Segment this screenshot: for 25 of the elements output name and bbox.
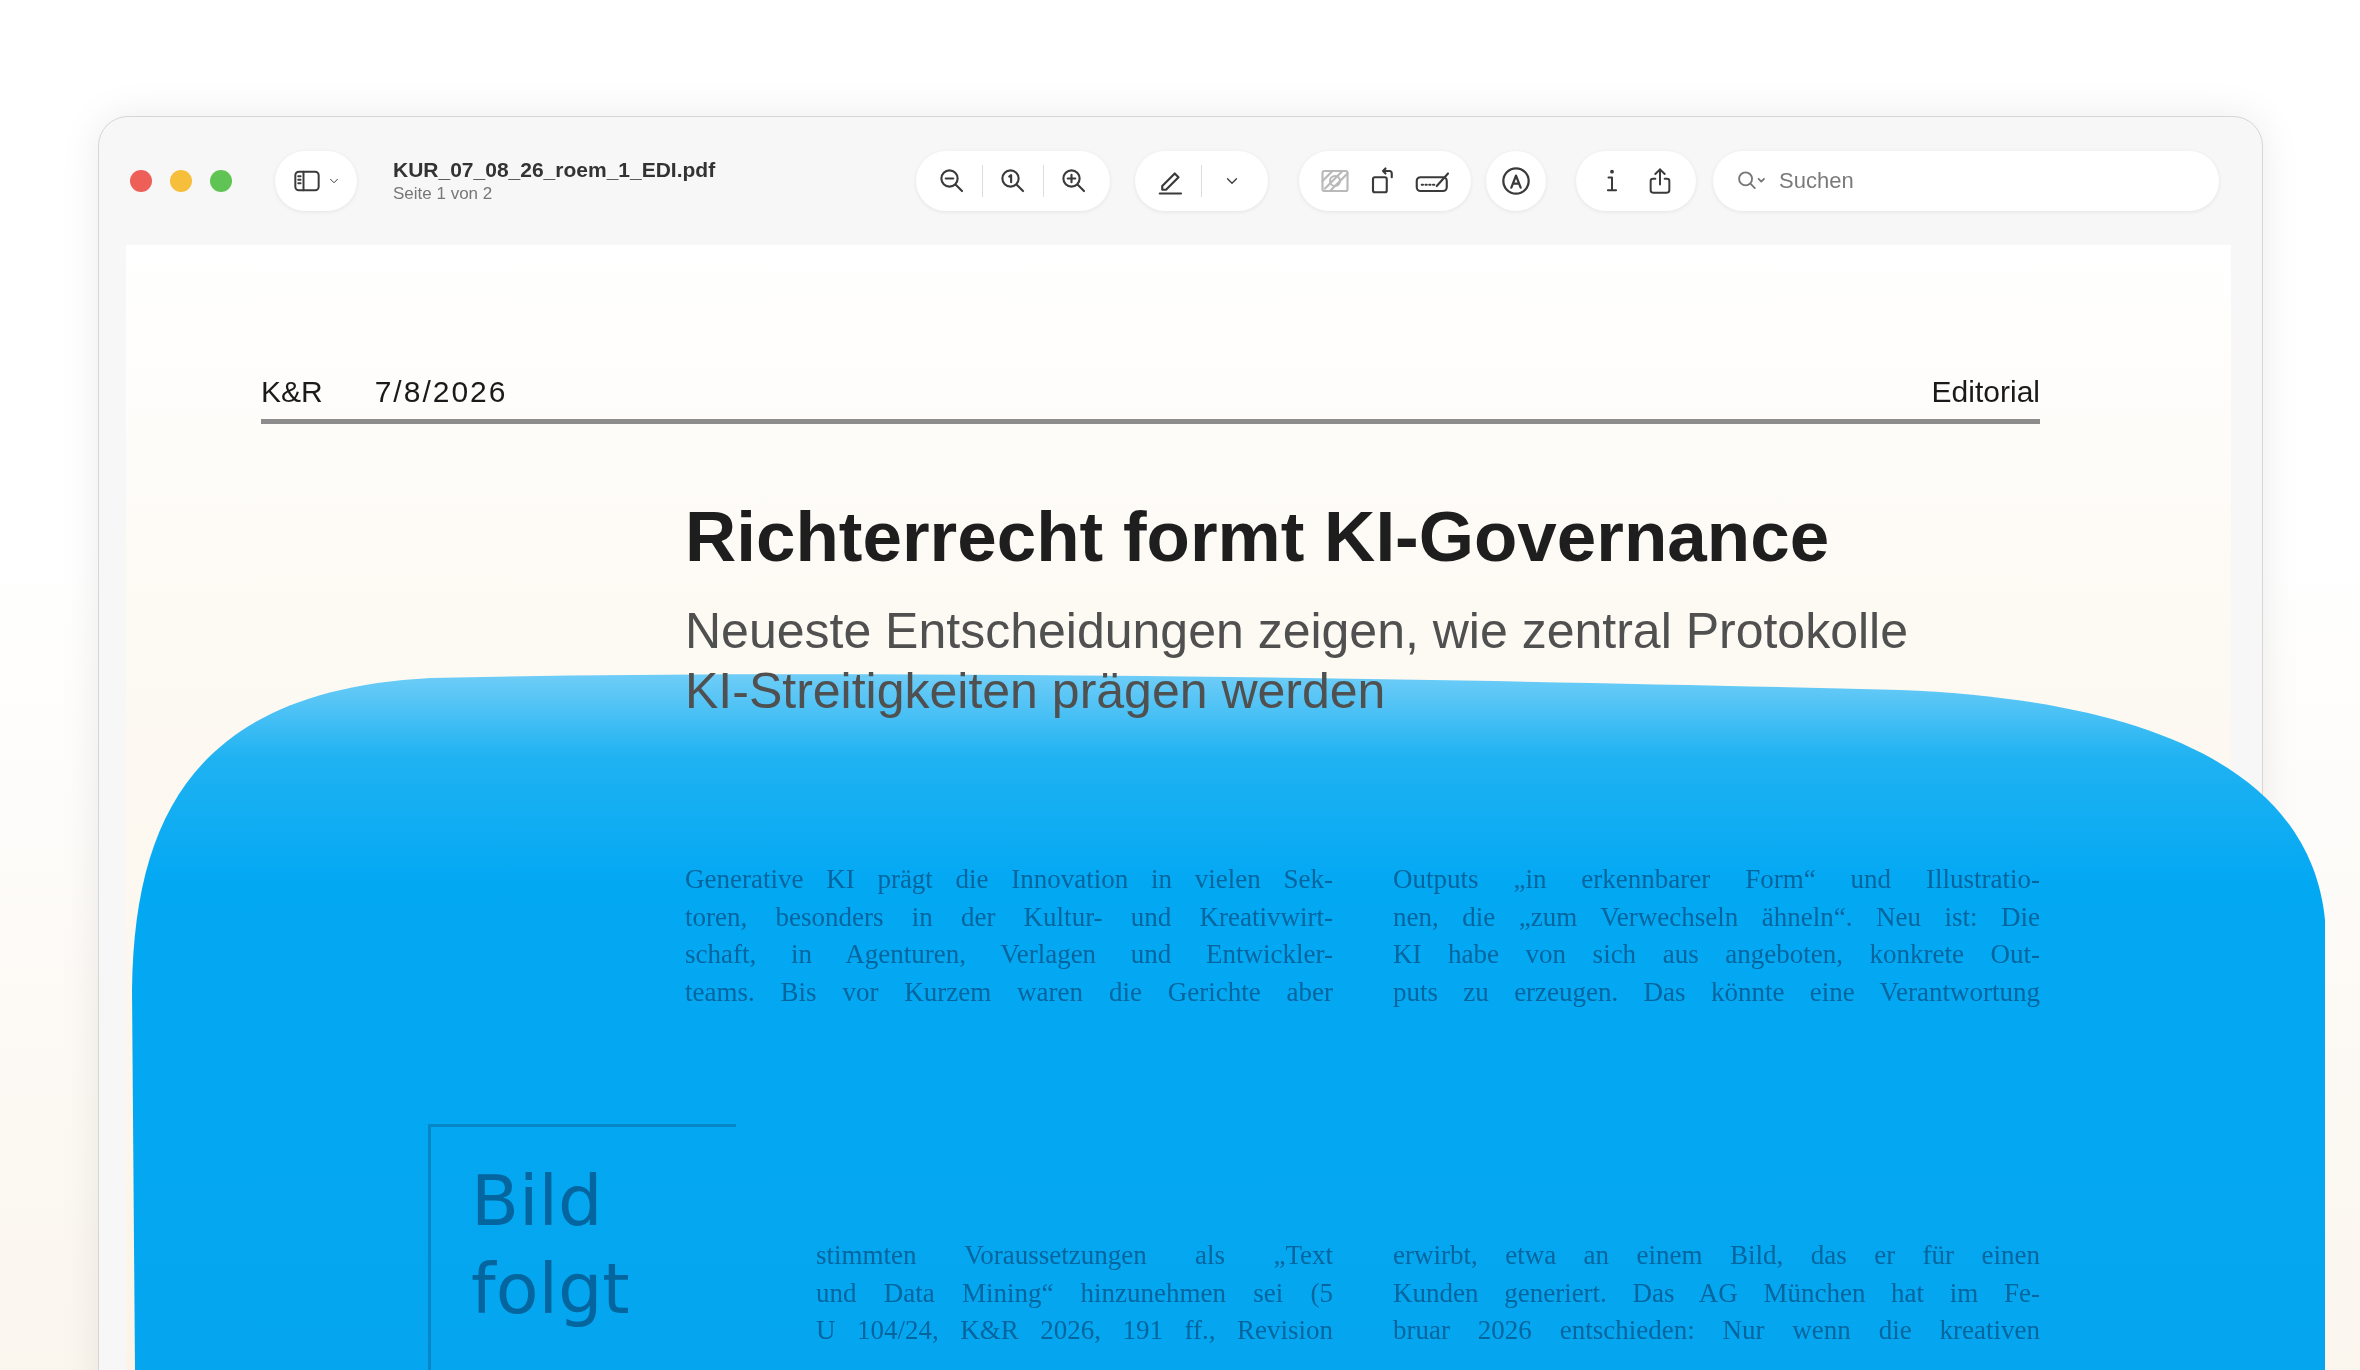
- article-title: Richterrecht formt KI-Governance: [685, 496, 1831, 577]
- page-count: Seite 1 von 2: [393, 184, 494, 204]
- close-button[interactable]: [130, 170, 152, 192]
- placeholder-text: Bild folgt: [471, 1159, 631, 1333]
- search-field[interactable]: Suchen: [1713, 151, 2219, 211]
- body-text-line: Outputs „in erkennbarer Form“ und Illustratio-: [1393, 863, 2040, 896]
- issue-date: 7/8/2026: [374, 375, 508, 409]
- body-text-line: puts zu erzeugen. Das könnte eine Verantwortung: [1393, 975, 2040, 1009]
- body-text-line: teams. Bis vor Kurzem waren die Gerichte aber: [685, 975, 1333, 1009]
- body-text-line: und Data Mining“ hinzunehmen sei (5: [816, 1276, 1333, 1310]
- body-text-line: nen, die „zum Verwechseln ähneln“. Neu ist: Die: [1393, 900, 2040, 934]
- body-text-line: Kunden generiert. Das AG München hat im Fe-: [1393, 1276, 2040, 1310]
- journal-name: K&R: [261, 375, 323, 409]
- section-label: Editorial: [1931, 375, 2040, 409]
- body-text-line: schaft, in Agenturen, Verlagen und Entwickler-: [685, 938, 1333, 972]
- article-subtitle: Neueste Entscheidungen zeigen, wie zentral Protokolle KI-Streitigkeiten prägen werden: [685, 602, 1909, 721]
- body-text-line: bruar 2026 entschieden: Nur wenn die kreativen: [1393, 1314, 2040, 1348]
- body-text-line: toren, besonders in der Kultur- und Kreativwirt-: [685, 900, 1333, 934]
- body-text-line: KI habe von sich aus angeboten, konkrete Out-: [1393, 938, 2040, 972]
- body-text-line: U 104/24, K&R 2026, 191 ff., Revision: [816, 1314, 1333, 1348]
- body-text-line: Generative KI prägt die Innovation in vielen Sek-: [685, 863, 1333, 896]
- window-title: KUR_07_08_26_roem_1_EDI.pdf: [393, 158, 717, 182]
- body-text-line: erwirbt, etwa an einem Bild, das er für einen: [1393, 1238, 2040, 1272]
- pen-tip-icon: [1500, 165, 1532, 197]
- body-text-line: stimmten Voraussetzungen als „Text: [816, 1238, 1333, 1272]
